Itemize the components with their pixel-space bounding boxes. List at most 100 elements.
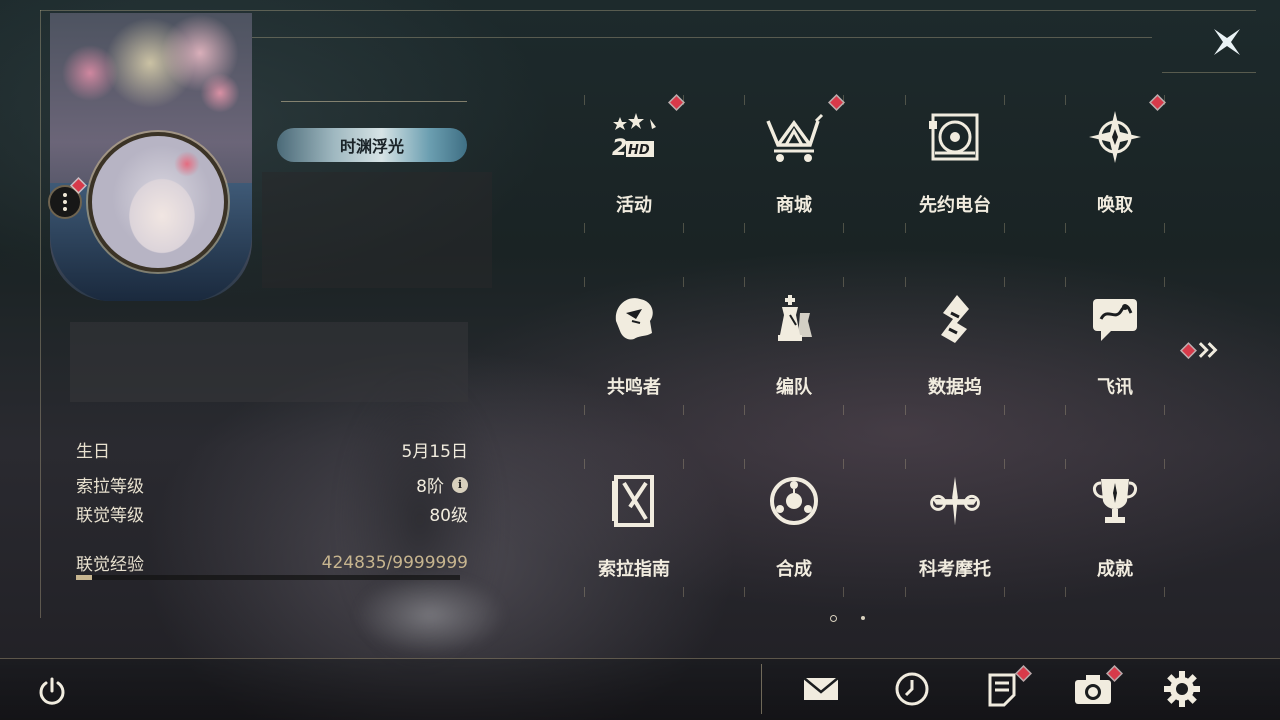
camera-icon [1073,672,1113,710]
cell-corner-tick [843,405,844,415]
summon-star-icon [1085,107,1145,167]
cell-corner-tick [905,277,906,287]
trophy-icon [1085,471,1145,531]
union-exp-value: 424835/9999999 [321,552,468,573]
cell-corner-tick [1065,223,1066,233]
gear-icon [1163,670,1201,712]
cell-corner-tick [683,587,684,597]
mail-button[interactable] [800,670,842,712]
synthesis-icon [764,471,824,531]
mail-icon [802,674,840,708]
radio-icon [925,107,985,167]
clock-button[interactable] [891,670,933,712]
notice-button[interactable] [981,667,1030,712]
event-2hd-icon: 2 HD [604,107,664,167]
settings-button[interactable] [1161,670,1203,712]
menu-item-3[interactable]: 先约电台 [905,95,1005,235]
union-exp-row: 联觉经验 424835/9999999 [76,550,468,576]
frame-left-line [40,10,41,618]
frame-right-line [1162,72,1256,73]
notice-doc-icon [986,671,1018,711]
menu-item-label: 数据坞 [928,377,982,398]
page-indicator-1[interactable] [830,615,837,622]
union-level-value: 80级 [429,506,468,526]
menu-item-2[interactable]: 商城 [744,95,844,235]
cell-corner-tick [1004,459,1005,469]
cell-corner-tick [683,277,684,287]
cell-corner-tick [744,277,745,287]
message-chat-icon [1085,289,1145,349]
title-badge-text: 时渊浮光 [339,137,404,156]
frame-inner-top-line [252,37,1152,38]
title-badge-divider [281,101,467,102]
bottom-bar-divider [761,664,762,714]
menu-item-label: 商城 [776,195,812,216]
cell-corner-tick [744,587,745,597]
clock-icon [894,671,930,711]
cell-corner-tick [843,223,844,233]
camera-button[interactable] [1072,667,1121,712]
next-page-button[interactable] [1180,338,1222,362]
menu-item-10[interactable]: 合成 [744,459,844,599]
cell-corner-tick [744,95,745,105]
menu-item-12[interactable]: 成就 [1065,459,1165,599]
menu-item-label: 唤取 [1097,195,1133,216]
motorcycle-icon [925,471,985,531]
cell-corner-tick [1004,277,1005,287]
cell-corner-tick [1164,277,1165,287]
menu-item-label: 编队 [776,377,812,398]
cell-corner-tick [905,95,906,105]
cell-corner-tick [683,95,684,105]
cell-corner-tick [1004,405,1005,415]
cell-corner-tick [683,459,684,469]
notification-badge [670,96,683,109]
cell-corner-tick [905,405,906,415]
menu-item-8[interactable]: 飞讯 [1065,277,1165,417]
cell-corner-tick [843,459,844,469]
cell-corner-tick [744,223,745,233]
menu-item-label: 索拉指南 [598,559,670,580]
menu-item-9[interactable]: 索拉指南 [584,459,684,599]
cell-corner-tick [1164,587,1165,597]
menu-item-label: 成就 [1097,559,1133,580]
close-icon [1214,29,1240,55]
close-button[interactable] [1207,22,1247,62]
avatar[interactable] [88,132,228,272]
menu-item-11[interactable]: 科考摩托 [905,459,1005,599]
cell-corner-tick [1164,95,1165,105]
menu-item-1[interactable]: 2 HD 活动 [584,95,684,235]
menu-item-5[interactable]: 共鸣者 [584,277,684,417]
cell-corner-tick [683,405,684,415]
menu-item-7[interactable]: 数据坞 [905,277,1005,417]
cell-corner-tick [584,277,585,287]
team-chess-icon [764,289,824,349]
title-badge[interactable]: 时渊浮光 [277,128,467,162]
menu-item-4[interactable]: 唤取 [1065,95,1165,235]
page-indicator-2[interactable] [861,616,865,620]
cell-corner-tick [1164,405,1165,415]
name-area [70,322,468,402]
svg-text:2: 2 [612,136,627,161]
resonator-head-icon [604,289,664,349]
menu-item-6[interactable]: 编队 [744,277,844,417]
birthday-value: 5月15日 [401,442,468,462]
cell-corner-tick [683,223,684,233]
power-button[interactable] [31,670,73,712]
cell-corner-tick [1065,459,1066,469]
union-level-row: 联觉等级 80级 [76,501,468,526]
union-level-label: 联觉等级 [76,506,144,526]
double-chevron-right-icon [1198,342,1218,358]
menu-item-label: 合成 [776,559,812,580]
birthday-row: 生日 5月15日 [76,437,468,462]
union-exp-bar [76,575,460,580]
cell-corner-tick [584,587,585,597]
union-exp-bar-fill [76,575,93,580]
cell-corner-tick [1065,405,1066,415]
cell-corner-tick [1164,459,1165,469]
menu-item-label: 科考摩托 [919,559,991,580]
info-icon[interactable]: i [452,476,468,493]
menu-item-label: 共鸣者 [607,377,661,398]
cell-corner-tick [744,405,745,415]
cell-corner-tick [905,459,906,469]
cell-corner-tick [1004,587,1005,597]
